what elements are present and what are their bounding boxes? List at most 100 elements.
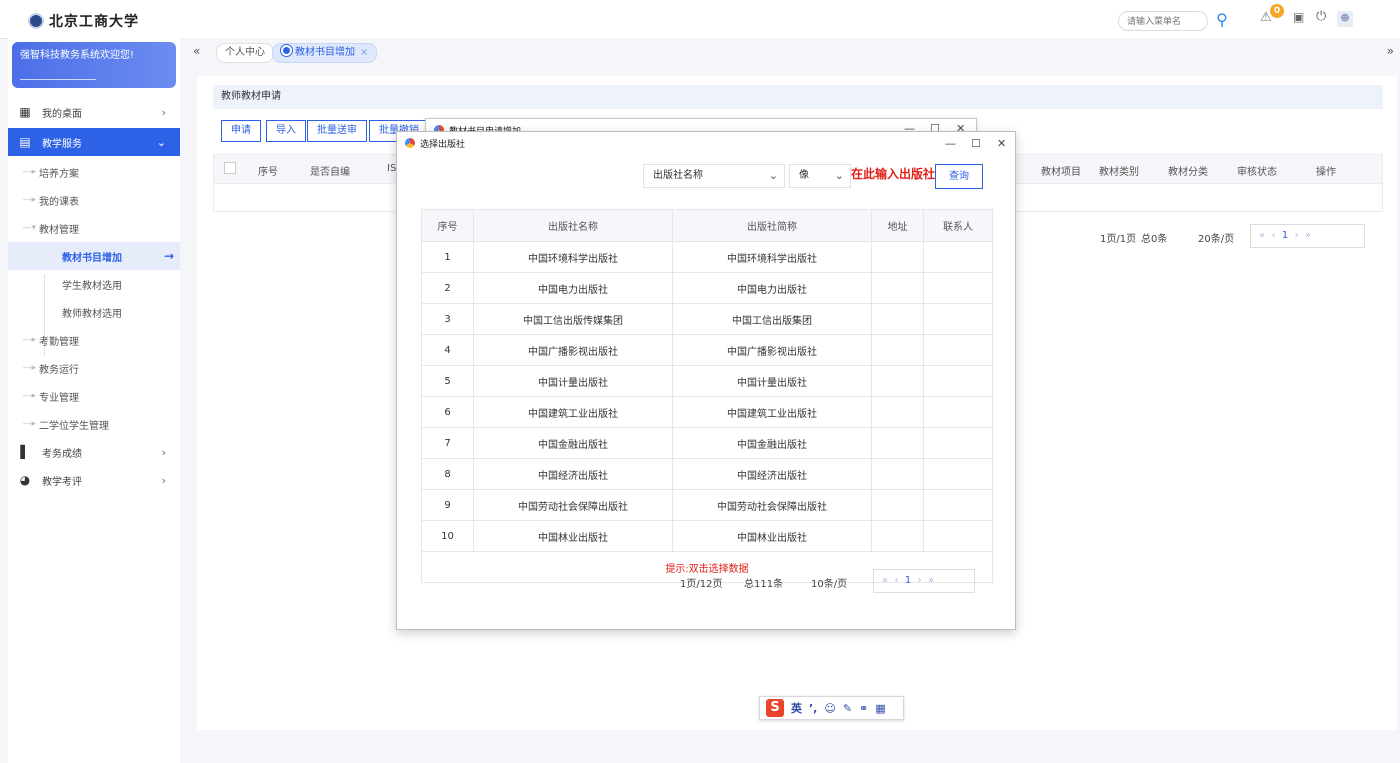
pagination: « ‹ 1 › » bbox=[873, 569, 975, 593]
column-header: 地址 bbox=[871, 209, 924, 242]
menu-search-input[interactable] bbox=[1118, 11, 1208, 31]
last-page-icon[interactable]: » bbox=[1305, 230, 1311, 241]
sidebar-item-evaluation[interactable]: ◕ 教学考评 › bbox=[8, 466, 180, 494]
next-page-icon[interactable]: › bbox=[918, 575, 922, 586]
table-row[interactable]: 3 中国工信出版传媒集团 中国工信出版集团 bbox=[421, 303, 993, 335]
sidebar-item-teacher-textbook[interactable]: 教师教材选用 bbox=[8, 298, 180, 326]
prev-page-icon[interactable]: ‹ bbox=[1271, 230, 1275, 241]
pen-icon[interactable]: ✎ bbox=[843, 702, 852, 715]
sidebar-item-label: 二学位学生管理 bbox=[39, 420, 109, 432]
sidebar-item-attendance[interactable]: —▸ 考勤管理 bbox=[8, 326, 180, 354]
prev-page-icon[interactable]: ‹ bbox=[894, 575, 898, 586]
publisher-short-name: 中国金融出版社 bbox=[672, 427, 872, 459]
column-header: 教材项目 bbox=[1041, 167, 1081, 178]
sidebar-item-textbook-add[interactable]: 教材书目增加 → bbox=[8, 242, 180, 270]
sidebar-item-training-plan[interactable]: —▸ 培养方案 bbox=[8, 158, 180, 186]
select-publisher-dialog: 选择出版社 — ☐ ✕ 出版社名称 ⌄ 像 ⌄ 在此输入出版社 查询 序号 出版… bbox=[396, 131, 1016, 630]
pager-size[interactable]: 10条/页 bbox=[811, 575, 847, 590]
keyboard-icon[interactable]: ▦ bbox=[875, 702, 885, 715]
pager-total: 总111条 bbox=[744, 579, 784, 590]
publisher-name: 中国广播影视出版社 bbox=[473, 334, 673, 366]
row-number: 6 bbox=[421, 396, 474, 428]
first-page-icon[interactable]: « bbox=[882, 575, 888, 586]
dialog-titlebar: 选择出版社 — ☐ ✕ bbox=[397, 132, 1015, 154]
tabs-scroll-right-icon[interactable]: » bbox=[1387, 44, 1394, 58]
table-row[interactable]: 7 中国金融出版社 中国金融出版社 bbox=[421, 427, 993, 459]
column-header: 操作 bbox=[1316, 167, 1336, 178]
search-icon[interactable]: ⚲ bbox=[1212, 10, 1232, 30]
table-row[interactable]: 9 中国劳动社会保障出版社 中国劳动社会保障出版社 bbox=[421, 489, 993, 521]
filter-field-select[interactable]: 出版社名称 ⌄ bbox=[643, 164, 785, 188]
school-logo[interactable]: 北京工商大学 bbox=[28, 11, 139, 31]
publisher-name: 中国工信出版传媒集团 bbox=[473, 303, 673, 335]
publisher-contact bbox=[923, 365, 993, 397]
sidebar-item-major-management[interactable]: —▸ 专业管理 bbox=[8, 382, 180, 410]
table-row[interactable]: 10 中国林业出版社 中国林业出版社 bbox=[421, 520, 993, 552]
filter-operator-select[interactable]: 像 ⌄ bbox=[789, 164, 851, 188]
table-row[interactable]: 1 中国环境科学出版社 中国环境科学出版社 bbox=[421, 241, 993, 273]
ime-logo[interactable]: S bbox=[766, 699, 784, 717]
select-all-checkbox[interactable] bbox=[224, 162, 236, 174]
sidebar-item-desktop[interactable]: ▦ 我的桌面 › bbox=[8, 98, 180, 126]
current-page[interactable]: 1 bbox=[905, 575, 911, 586]
tree-branch-icon: —▸ bbox=[22, 167, 36, 177]
close-icon[interactable]: ✕ bbox=[997, 137, 1006, 150]
column-header: 教材类别 bbox=[1099, 167, 1139, 178]
sidebar-item-label: 教师教材选用 bbox=[62, 308, 122, 320]
maximize-icon[interactable]: ☐ bbox=[971, 137, 981, 150]
last-page-icon[interactable]: » bbox=[928, 575, 934, 586]
minimize-icon[interactable]: — bbox=[945, 137, 956, 150]
active-dot-icon bbox=[281, 45, 292, 56]
publisher-address bbox=[871, 334, 924, 366]
publisher-name: 中国计量出版社 bbox=[473, 365, 673, 397]
punctuation-icon[interactable]: ’, bbox=[809, 702, 817, 715]
first-page-icon[interactable]: « bbox=[1259, 230, 1265, 241]
row-number: 7 bbox=[421, 427, 474, 459]
import-button[interactable]: 导入 bbox=[266, 120, 306, 142]
tab-textbook-add[interactable]: 教材书目增加 × bbox=[272, 43, 378, 63]
sidebar-item-exam-scores[interactable]: ▌ 考务成绩 › bbox=[8, 438, 180, 466]
apply-button[interactable]: 申请 bbox=[221, 120, 261, 142]
pager-size[interactable]: 20条/页 bbox=[1198, 230, 1234, 245]
close-icon[interactable]: × bbox=[360, 47, 368, 58]
sidebar-item-textbook-management[interactable]: —▾ 教材管理 bbox=[8, 214, 180, 242]
power-icon[interactable]: ⏻ bbox=[1316, 9, 1326, 24]
row-number: 1 bbox=[421, 241, 474, 273]
sidebar-item-operations[interactable]: —▸ 教务运行 bbox=[8, 354, 180, 382]
chevron-right-icon: › bbox=[161, 445, 166, 459]
grid-icon: ▤ bbox=[19, 135, 31, 149]
tabs-scroll-left-icon[interactable]: « bbox=[193, 44, 200, 58]
sidebar-item-label: 我的桌面 bbox=[42, 108, 82, 120]
ime-language-toggle[interactable]: 英 bbox=[791, 700, 802, 716]
row-number: 4 bbox=[421, 334, 474, 366]
table-row[interactable]: 5 中国计量出版社 中国计量出版社 bbox=[421, 365, 993, 397]
sidebar-item-student-textbook[interactable]: 学生教材选用 bbox=[8, 270, 180, 298]
publisher-name: 中国建筑工业出版社 bbox=[473, 396, 673, 428]
current-page[interactable]: 1 bbox=[1282, 230, 1288, 241]
chevron-right-icon: › bbox=[161, 105, 166, 119]
query-button[interactable]: 查询 bbox=[935, 164, 983, 189]
table-row[interactable]: 2 中国电力出版社 中国电力出版社 bbox=[421, 272, 993, 304]
sidebar: 强智科技教务系统欢迎您! ▦ 我的桌面 › ▤ 教学服务 ⌄ —▸ 培养方案 —… bbox=[8, 38, 180, 763]
batch-submit-button[interactable]: 批量送审 bbox=[307, 120, 367, 142]
publisher-short-name: 中国经济出版社 bbox=[672, 458, 872, 490]
search-value-hint[interactable]: 在此输入出版社 bbox=[851, 165, 935, 182]
avatar[interactable]: ☻ bbox=[1337, 11, 1353, 27]
sidebar-item-second-degree[interactable]: —▸ 二学位学生管理 bbox=[8, 410, 180, 438]
microphone-icon[interactable]: ⚭ bbox=[859, 702, 868, 715]
sidebar-item-label: 培养方案 bbox=[39, 168, 79, 180]
table-row[interactable]: 8 中国经济出版社 中国经济出版社 bbox=[421, 458, 993, 490]
section-title: 教师教材申请 bbox=[213, 85, 1383, 109]
table-row[interactable]: 4 中国广播影视出版社 中国广播影视出版社 bbox=[421, 334, 993, 366]
emoji-icon[interactable]: ☺ bbox=[824, 702, 835, 715]
tab-personal-center[interactable]: 个人中心 bbox=[216, 43, 274, 63]
publisher-short-name: 中国环境科学出版社 bbox=[672, 241, 872, 273]
lock-icon[interactable]: ▣ bbox=[1293, 10, 1304, 24]
column-header: 联系人 bbox=[923, 209, 993, 242]
sidebar-item-teaching-service[interactable]: ▤ 教学服务 ⌄ bbox=[8, 128, 180, 156]
table-row[interactable]: 6 中国建筑工业出版社 中国建筑工业出版社 bbox=[421, 396, 993, 428]
publisher-short-name: 中国建筑工业出版社 bbox=[672, 396, 872, 428]
next-page-icon[interactable]: › bbox=[1295, 230, 1299, 241]
windows-icon: ▦ bbox=[19, 105, 31, 119]
sidebar-item-my-schedule[interactable]: —▸ 我的课表 bbox=[8, 186, 180, 214]
